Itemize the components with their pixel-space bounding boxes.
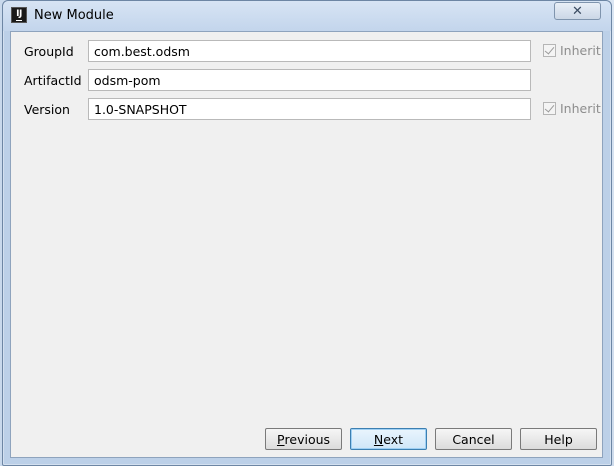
close-button[interactable]: ✕ [554, 2, 601, 20]
group-id-label: GroupId [24, 44, 74, 59]
previous-label-rest: revious [284, 431, 331, 447]
checkmark-icon [543, 44, 556, 57]
artifact-id-row: ArtifactId [11, 69, 602, 91]
help-button[interactable]: Help [520, 428, 597, 450]
artifact-id-label: ArtifactId [24, 73, 82, 88]
version-row: Version Inherit [11, 98, 602, 120]
next-button[interactable]: Next [350, 428, 427, 450]
group-id-field[interactable] [88, 40, 531, 62]
title-bar[interactable]: IJ New Module ✕ [3, 1, 611, 31]
version-label: Version [24, 102, 70, 117]
group-id-inherit-checkbox[interactable]: Inherit [543, 43, 601, 58]
new-module-dialog: IJ New Module ✕ GroupId Inherit Artifact… [2, 0, 612, 466]
close-icon: ✕ [572, 3, 583, 19]
window-title: New Module [34, 8, 114, 23]
intellij-app-icon: IJ [11, 7, 27, 23]
dialog-content: GroupId Inherit ArtifactId Version Inher… [10, 31, 603, 458]
cancel-button[interactable]: Cancel [435, 428, 512, 450]
previous-button[interactable]: Previous [265, 428, 342, 450]
previous-mnemonic: P [276, 431, 285, 447]
group-id-row: GroupId Inherit [11, 40, 602, 62]
next-label-rest: ext [383, 431, 404, 447]
version-field[interactable] [88, 98, 531, 120]
next-mnemonic: N [373, 431, 384, 447]
version-inherit-checkbox[interactable]: Inherit [543, 101, 601, 116]
artifact-id-field[interactable] [88, 69, 531, 91]
group-id-inherit-label: Inherit [560, 43, 601, 58]
checkmark-icon [543, 102, 556, 115]
intellij-logo-glyph: IJ [16, 8, 22, 21]
version-inherit-label: Inherit [560, 101, 601, 116]
